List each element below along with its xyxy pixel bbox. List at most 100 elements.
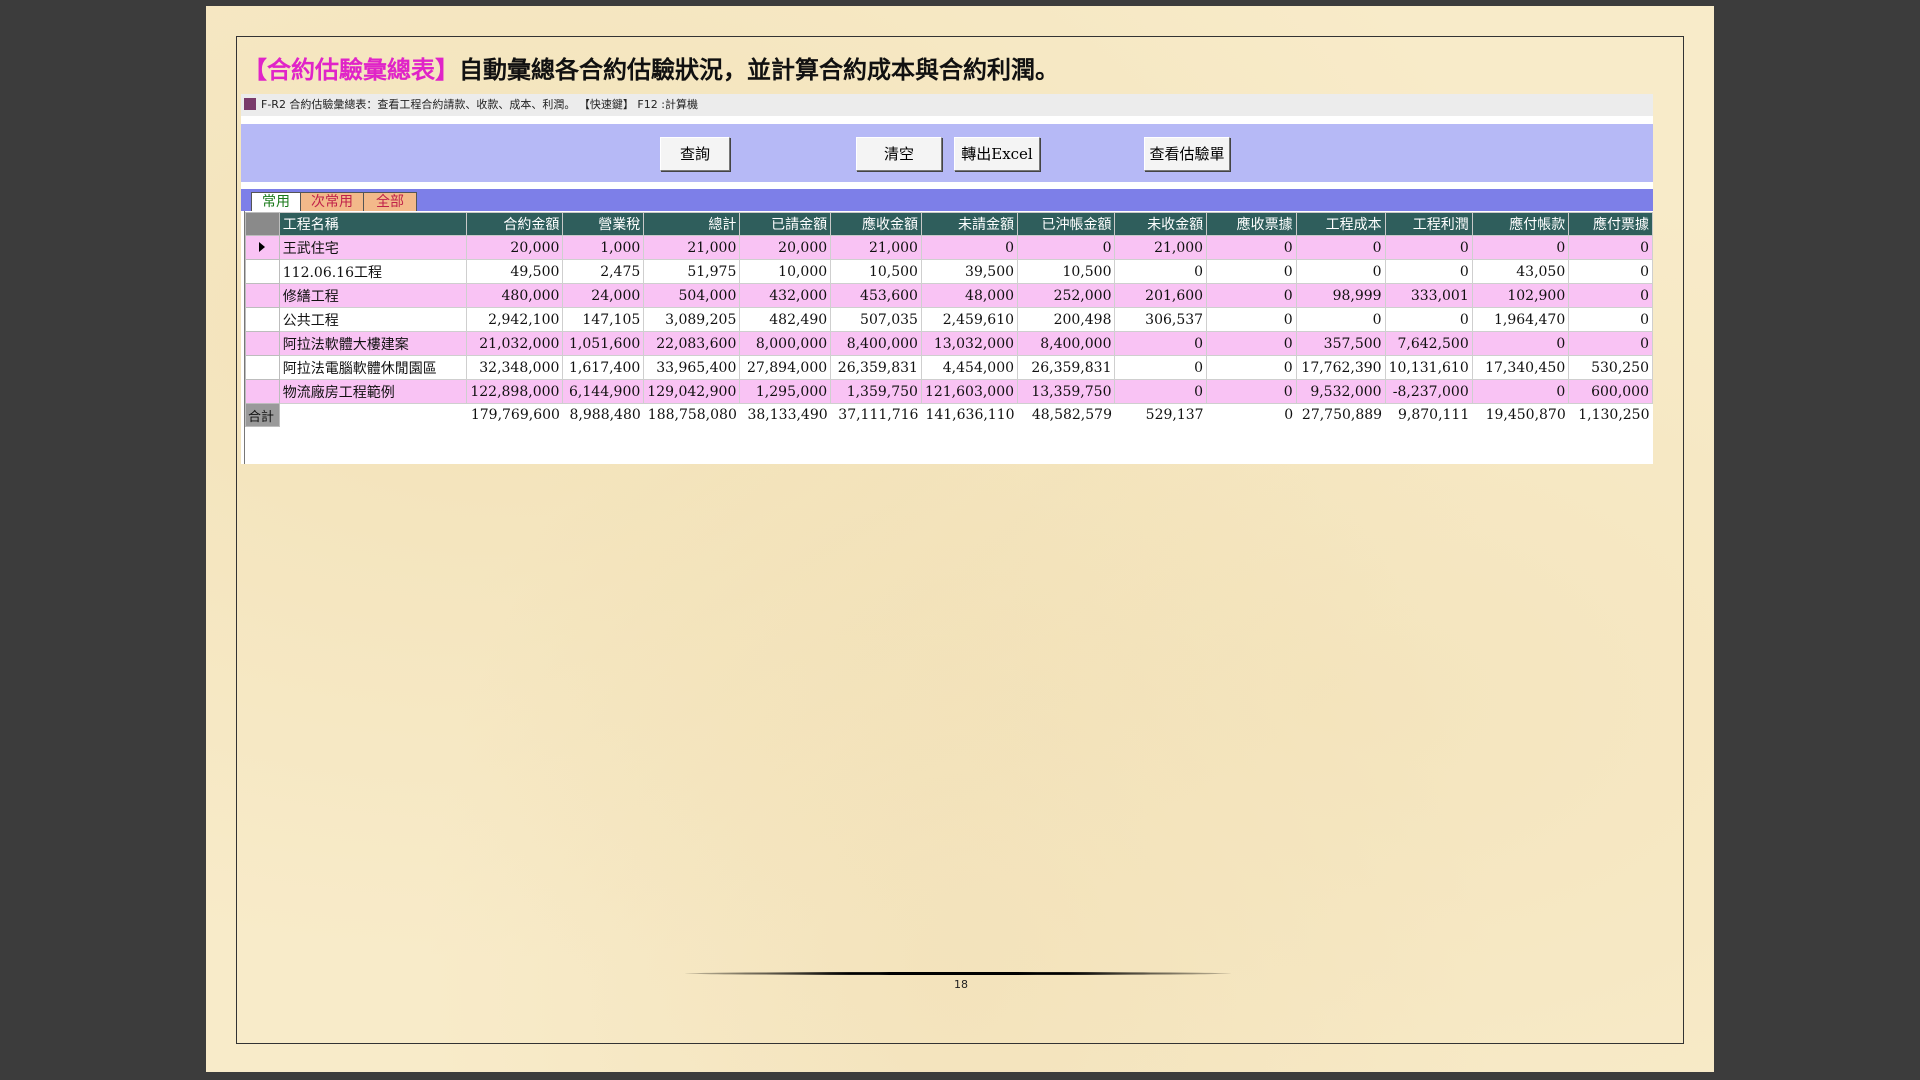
table-cell[interactable]: 49,500 xyxy=(466,259,564,284)
table-cell[interactable]: 3,089,205 xyxy=(643,307,741,332)
table-cell[interactable]: 600,000 xyxy=(1568,379,1653,404)
table-cell[interactable]: 21,000 xyxy=(1114,235,1208,260)
table-cell[interactable]: 333,001 xyxy=(1384,283,1473,308)
table-cell[interactable]: 21,000 xyxy=(643,235,741,260)
table-cell[interactable]: 0 xyxy=(1471,235,1570,260)
table-cell[interactable]: 10,500 xyxy=(830,259,922,284)
table-cell[interactable]: 98,999 xyxy=(1295,283,1386,308)
table-cell[interactable]: 0 xyxy=(1384,235,1473,260)
table-cell[interactable]: 21,032,000 xyxy=(466,331,564,356)
row-selector[interactable] xyxy=(245,307,280,332)
table-cell[interactable]: 13,032,000 xyxy=(920,331,1019,356)
table-cell[interactable]: 10,500 xyxy=(1017,259,1116,284)
table-cell[interactable]: 26,359,831 xyxy=(1017,355,1116,380)
table-row[interactable]: 112.06.16工程 49,500 2,475 51,975 10,000 10,500… xyxy=(245,259,1653,284)
table-cell[interactable]: 7,642,500 xyxy=(1384,331,1473,356)
table-cell[interactable]: 0 xyxy=(1384,259,1473,284)
row-selector[interactable] xyxy=(245,379,280,404)
table-cell[interactable]: 8,000,000 xyxy=(739,331,832,356)
table-cell[interactable]: 0 xyxy=(1471,379,1570,404)
table-row[interactable]: 阿拉法軟體大樓建案 21,032,000 1,051,600 22,083,600 8,… xyxy=(245,331,1653,356)
table-cell[interactable]: 0 xyxy=(1568,283,1653,308)
table-cell[interactable]: 13,359,750 xyxy=(1017,379,1116,404)
clear-button[interactable]: 清空 xyxy=(856,137,942,171)
table-row[interactable]: 公共工程 2,942,100 147,105 3,089,205 482,490 507,… xyxy=(245,307,1653,332)
table-cell[interactable]: 357,500 xyxy=(1295,331,1386,356)
table-cell[interactable]: 432,000 xyxy=(739,283,832,308)
table-cell[interactable]: 17,762,390 xyxy=(1295,355,1386,380)
table-cell[interactable]: 0 xyxy=(1295,307,1386,332)
table-cell[interactable]: 0 xyxy=(1568,235,1653,260)
table-cell[interactable]: 24,000 xyxy=(562,283,645,308)
table-cell[interactable]: 482,490 xyxy=(739,307,832,332)
table-cell[interactable]: 0 xyxy=(1295,259,1386,284)
table-cell[interactable]: 1,051,600 xyxy=(562,331,645,356)
column-header[interactable]: 應收票據 xyxy=(1206,212,1297,236)
table-cell[interactable]: 0 xyxy=(1114,355,1208,380)
view-estimate-button[interactable]: 查看估驗單 xyxy=(1144,137,1230,171)
table-cell[interactable]: 0 xyxy=(1206,307,1297,332)
table-cell[interactable]: 122,898,000 xyxy=(466,379,564,404)
table-cell[interactable]: 0 xyxy=(1114,331,1208,356)
table-cell[interactable]: 51,975 xyxy=(643,259,741,284)
table-cell[interactable]: 2,475 xyxy=(562,259,645,284)
table-cell[interactable]: 0 xyxy=(1384,307,1473,332)
table-cell[interactable]: 1,295,000 xyxy=(739,379,832,404)
column-header[interactable]: 未收金額 xyxy=(1114,212,1208,236)
table-cell[interactable]: 32,348,000 xyxy=(466,355,564,380)
table-cell[interactable]: 43,050 xyxy=(1471,259,1570,284)
table-cell[interactable]: 0 xyxy=(1295,235,1386,260)
tab-secondary[interactable]: 次常用 xyxy=(300,192,364,212)
table-cell[interactable]: -8,237,000 xyxy=(1384,379,1473,404)
table-cell[interactable]: 0 xyxy=(1206,379,1297,404)
project-name-cell[interactable]: 阿拉法電腦軟體休閒園區 xyxy=(278,355,468,380)
row-selector[interactable] xyxy=(245,235,280,260)
table-cell[interactable]: 26,359,831 xyxy=(830,355,922,380)
table-cell[interactable]: 0 xyxy=(920,235,1019,260)
table-row[interactable]: 物流廠房工程範例 122,898,000 6,144,900 129,042,900 1… xyxy=(245,379,1653,404)
table-cell[interactable]: 10,000 xyxy=(739,259,832,284)
column-header[interactable]: 營業稅 xyxy=(562,212,645,236)
table-cell[interactable]: 20,000 xyxy=(466,235,564,260)
table-cell[interactable]: 0 xyxy=(1206,235,1297,260)
table-cell[interactable]: 121,603,000 xyxy=(920,379,1019,404)
column-header[interactable]: 總計 xyxy=(643,212,741,236)
table-cell[interactable]: 507,035 xyxy=(830,307,922,332)
project-name-cell[interactable]: 112.06.16工程 xyxy=(278,259,468,284)
table-cell[interactable]: 1,359,750 xyxy=(830,379,922,404)
column-header[interactable]: 未請金額 xyxy=(920,212,1019,236)
table-cell[interactable]: 129,042,900 xyxy=(643,379,741,404)
table-cell[interactable]: 0 xyxy=(1206,259,1297,284)
tab-all[interactable]: 全部 xyxy=(363,192,417,212)
table-cell[interactable]: 1,617,400 xyxy=(562,355,645,380)
row-selector[interactable] xyxy=(245,355,280,380)
table-cell[interactable]: 10,131,610 xyxy=(1384,355,1473,380)
table-cell[interactable]: 2,459,610 xyxy=(920,307,1019,332)
table-cell[interactable]: 0 xyxy=(1017,235,1116,260)
project-name-cell[interactable]: 阿拉法軟體大樓建案 xyxy=(278,331,468,356)
tab-common[interactable]: 常用 xyxy=(251,192,301,212)
table-cell[interactable]: 17,340,450 xyxy=(1471,355,1570,380)
table-cell[interactable]: 453,600 xyxy=(830,283,922,308)
table-cell[interactable]: 27,894,000 xyxy=(739,355,832,380)
table-cell[interactable]: 0 xyxy=(1114,259,1208,284)
table-row[interactable]: 修繕工程 480,000 24,000 504,000 432,000 453,600 48… xyxy=(245,283,1653,308)
table-cell[interactable]: 0 xyxy=(1114,379,1208,404)
table-cell[interactable]: 480,000 xyxy=(466,283,564,308)
table-cell[interactable]: 0 xyxy=(1568,259,1653,284)
table-row[interactable]: 阿拉法電腦軟體休閒園區 32,348,000 1,617,400 33,965,400… xyxy=(245,355,1653,380)
table-cell[interactable]: 0 xyxy=(1206,283,1297,308)
query-button[interactable]: 查詢 xyxy=(660,137,730,171)
table-cell[interactable]: 200,498 xyxy=(1017,307,1116,332)
project-name-cell[interactable]: 公共工程 xyxy=(278,307,468,332)
export-excel-button[interactable]: 轉出Excel xyxy=(954,137,1040,171)
table-cell[interactable]: 201,600 xyxy=(1114,283,1208,308)
table-cell[interactable]: 6,144,900 xyxy=(562,379,645,404)
table-cell[interactable]: 504,000 xyxy=(643,283,741,308)
table-cell[interactable]: 306,537 xyxy=(1114,307,1208,332)
table-cell[interactable]: 0 xyxy=(1471,331,1570,356)
table-cell[interactable]: 252,000 xyxy=(1017,283,1116,308)
table-cell[interactable]: 8,400,000 xyxy=(830,331,922,356)
project-name-cell[interactable]: 物流廠房工程範例 xyxy=(278,379,468,404)
column-header[interactable]: 應付帳款 xyxy=(1471,212,1570,236)
